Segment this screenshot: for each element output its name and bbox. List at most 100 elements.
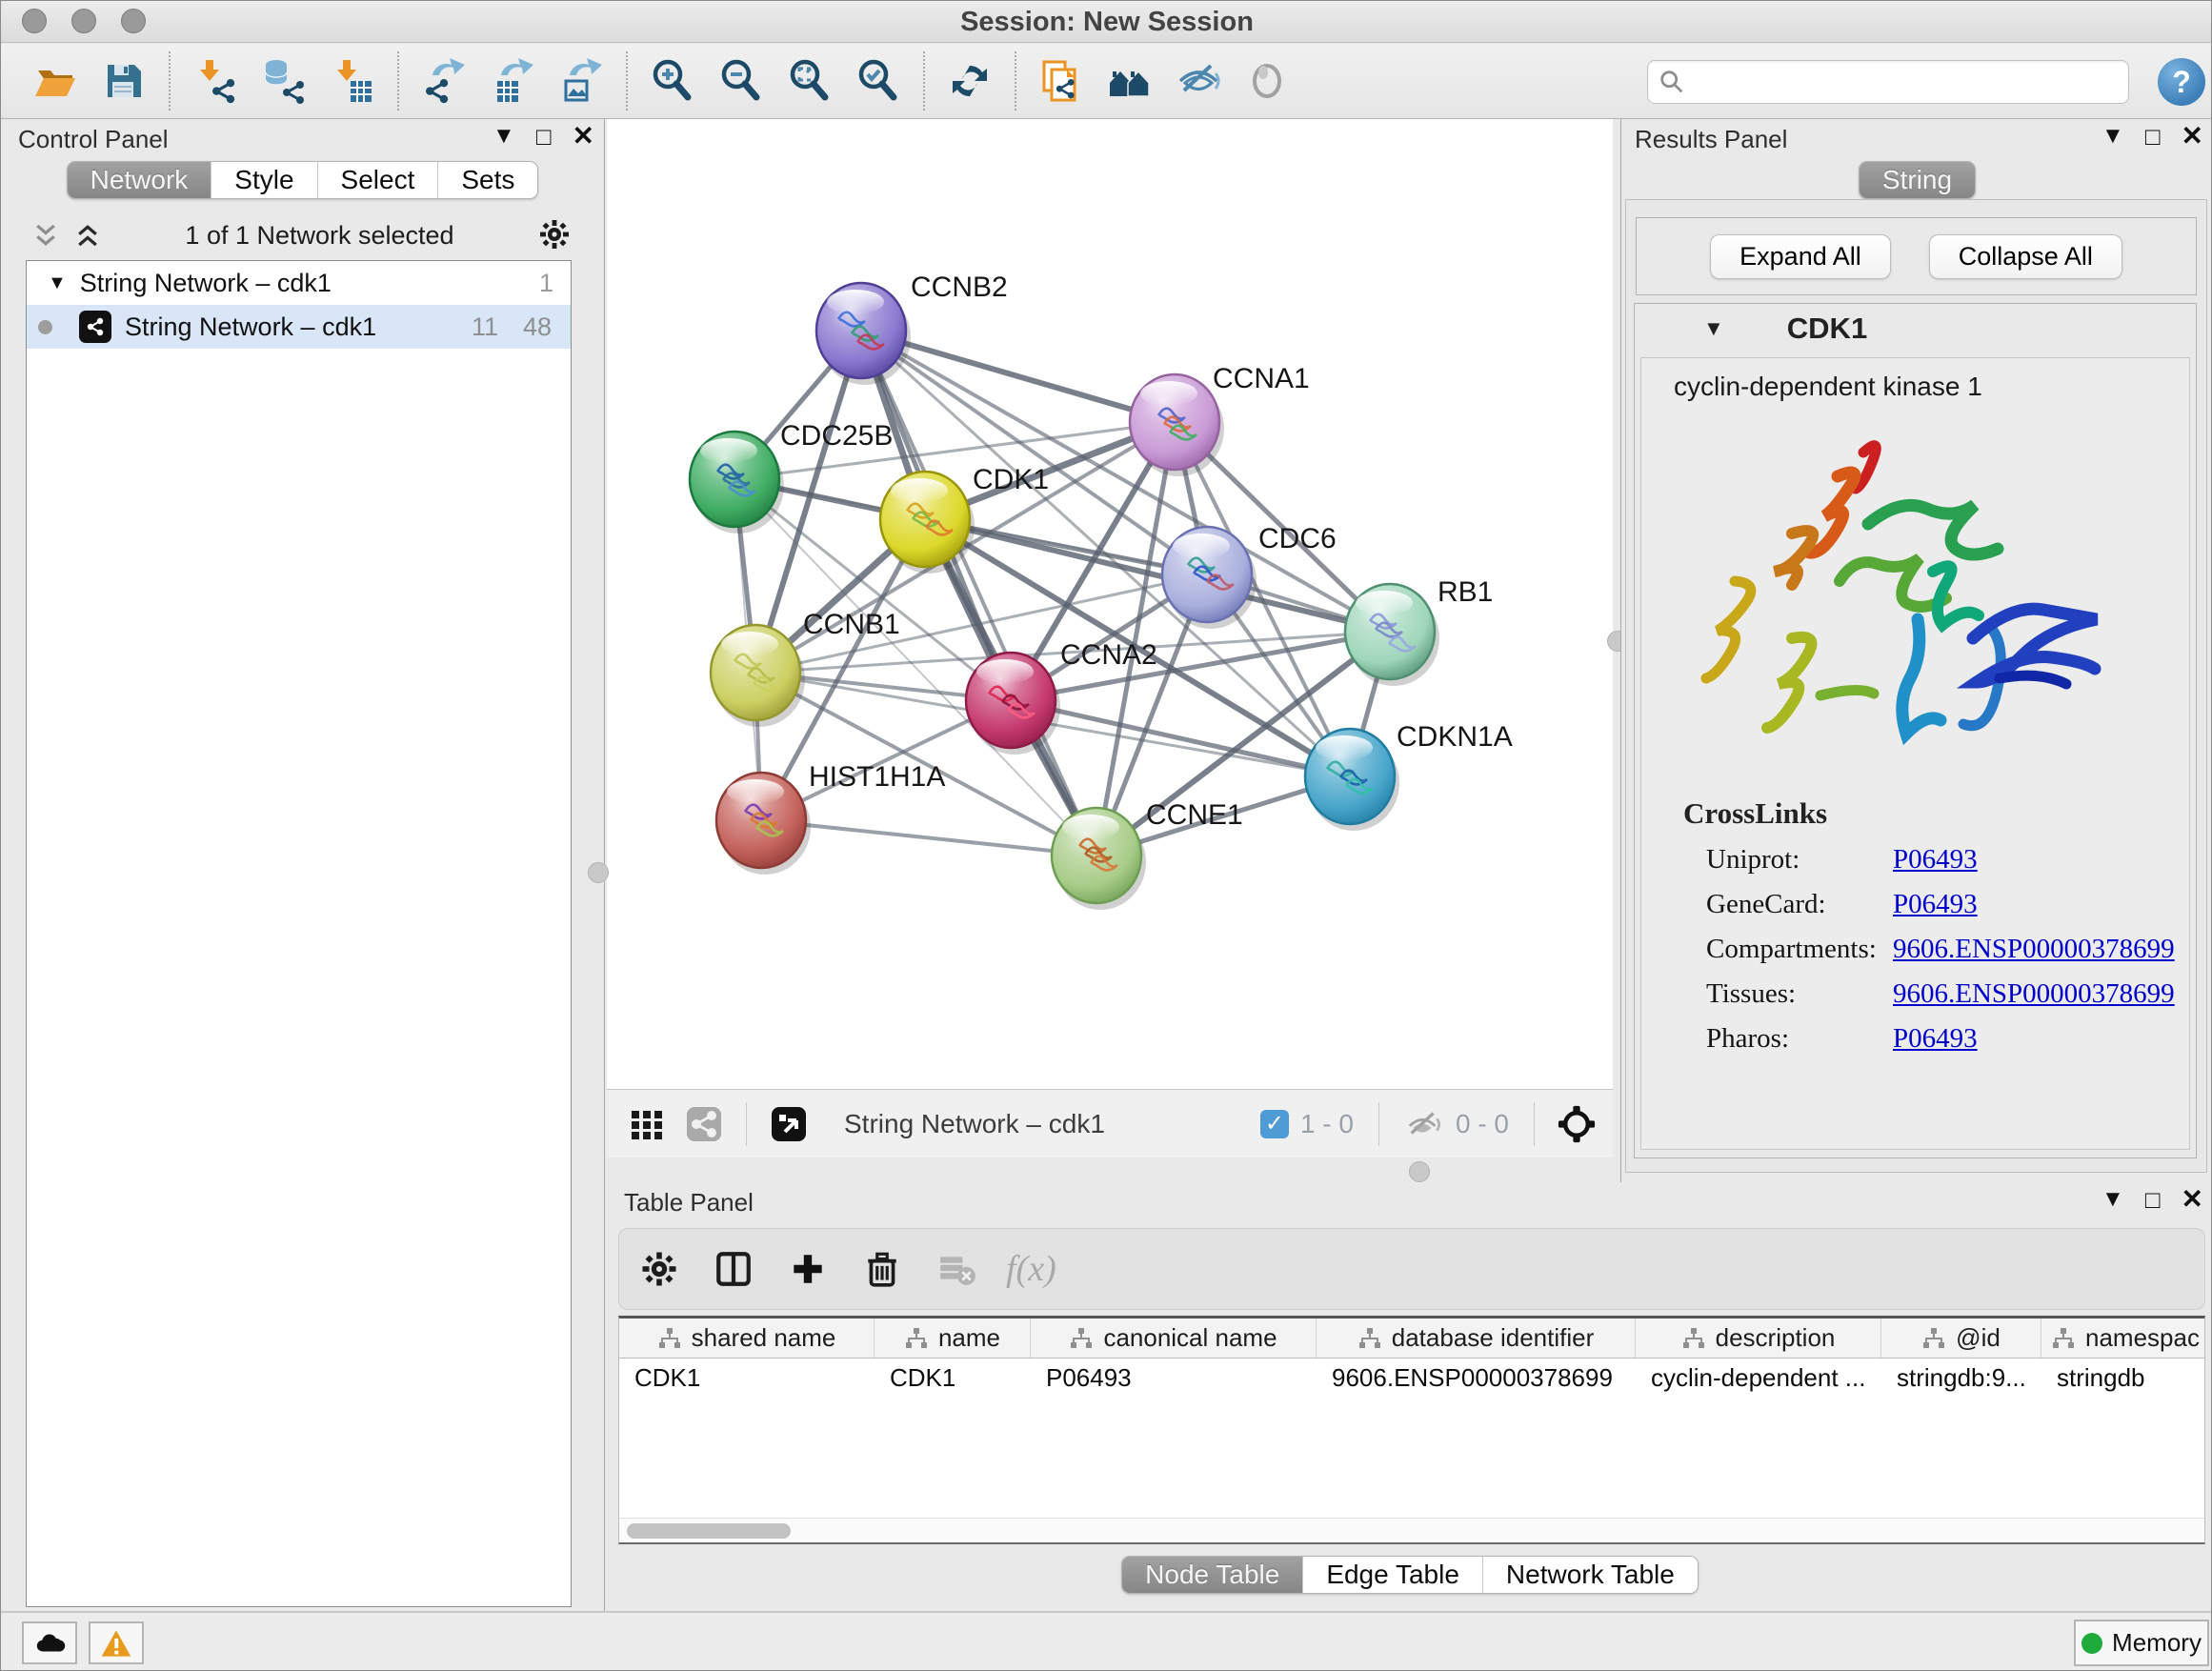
network-row[interactable]: String Network – cdk1 11 48	[27, 305, 571, 349]
edge-hist1h1a-ccne1[interactable]	[761, 820, 1096, 856]
fit-selected-button[interactable]	[1558, 1105, 1596, 1143]
node-cdkn1a[interactable]	[1305, 729, 1399, 831]
table-cell[interactable]: stringdb	[2041, 1359, 2205, 1397]
tab-select[interactable]: Select	[317, 162, 438, 198]
network-options-button[interactable]	[537, 217, 572, 254]
node-cdk1[interactable]	[880, 472, 975, 574]
node-cdc25b[interactable]	[690, 432, 784, 534]
cdk1-details: cyclin-dependent kinase 1	[1640, 357, 2190, 1150]
crosslink-value-link[interactable]: P06493	[1893, 844, 1978, 876]
table-row[interactable]: CDK1CDK1P064939606.ENSP00000378699cyclin…	[619, 1359, 2204, 1397]
zoom-in-button[interactable]	[643, 50, 702, 111]
tab-node-table[interactable]: Node Table	[1122, 1557, 1302, 1593]
network-canvas[interactable]: CCNB2CCNA1CDC25BCDK1CDC6RB1CCNB1CCNA2CDK…	[607, 119, 1613, 1089]
selected-checkbox[interactable]: ✓	[1260, 1110, 1289, 1138]
tab-string[interactable]: String	[1860, 162, 1975, 198]
expand-all-button[interactable]: Expand All	[1710, 234, 1891, 279]
expand-all-tree-icon[interactable]	[31, 221, 60, 250]
collapse-table-icon[interactable]: ▼	[2101, 1188, 2124, 1211]
tab-style[interactable]: Style	[211, 162, 316, 198]
import-table-file-button[interactable]	[323, 50, 382, 111]
collapse-all-tree-icon[interactable]	[73, 221, 102, 250]
network-collection-row[interactable]: ▼ String Network – cdk1 1	[27, 261, 571, 305]
memory-button[interactable]: Memory	[2074, 1620, 2209, 1666]
column-header-@id[interactable]: @id	[1881, 1319, 2041, 1358]
column-header-database-identifier[interactable]: database identifier	[1317, 1319, 1636, 1358]
collapse-results-icon[interactable]: ▼	[2101, 125, 2124, 148]
node-cdc6[interactable]	[1162, 527, 1257, 629]
delete-column-button[interactable]	[857, 1242, 907, 1296]
column-header-label: @id	[1956, 1323, 2001, 1353]
table-options-button[interactable]	[634, 1242, 684, 1296]
export-network-button[interactable]	[414, 50, 473, 111]
open-session-button[interactable]	[26, 50, 85, 111]
grid-view-button[interactable]	[628, 1105, 666, 1143]
function-builder-icon[interactable]: f(x)	[1006, 1248, 1056, 1290]
float-panel-icon[interactable]: □	[536, 124, 552, 149]
hide-selected-button[interactable]	[1169, 50, 1228, 111]
table-cell[interactable]: cyclin-dependent ...	[1636, 1359, 1881, 1397]
zoom-in-icon	[650, 58, 695, 104]
node-hist1h1a[interactable]	[716, 773, 811, 875]
section-expand-icon[interactable]: ▼	[1703, 316, 1724, 341]
column-header-canonical-name[interactable]: canonical name	[1031, 1319, 1317, 1358]
cdk1-section-header[interactable]: ▼ CDK1	[1635, 304, 2196, 353]
show-columns-button[interactable]	[709, 1242, 758, 1296]
import-network-file-button[interactable]	[186, 50, 245, 111]
scrollbar-thumb[interactable]	[627, 1523, 791, 1539]
table-panel: Table Panel ▼ □ ✕ f(x)	[607, 1182, 2212, 1611]
table-cell[interactable]: 9606.ENSP00000378699	[1317, 1359, 1636, 1397]
column-header-name[interactable]: name	[875, 1319, 1031, 1358]
zoom-out-button[interactable]	[712, 50, 771, 111]
tab-network[interactable]: Network	[68, 162, 211, 198]
save-session-button[interactable]	[94, 50, 153, 111]
table-horizontal-scrollbar[interactable]	[619, 1518, 2204, 1542]
string-home-button[interactable]	[1100, 50, 1159, 111]
table-cell[interactable]: CDK1	[875, 1359, 1031, 1397]
node-ccne1[interactable]	[1052, 808, 1146, 910]
cloud-status-button[interactable]	[22, 1621, 77, 1664]
collection-expand-icon[interactable]: ▼	[48, 272, 67, 294]
crosslink-value-link[interactable]: P06493	[1893, 889, 1978, 920]
warning-status-button[interactable]	[89, 1621, 144, 1664]
close-table-icon[interactable]: ✕	[2182, 1186, 2203, 1213]
zoom-fit-button[interactable]	[780, 50, 839, 111]
edge-ccna2-cdkn1a[interactable]	[1011, 700, 1350, 776]
bottom-splitter-handle[interactable]	[1409, 1161, 1430, 1182]
node-ccna1[interactable]	[1130, 374, 1224, 476]
collapse-panel-icon[interactable]: ▼	[493, 125, 515, 148]
export-image-button[interactable]	[552, 50, 611, 111]
tab-network-table[interactable]: Network Table	[1482, 1557, 1698, 1593]
close-results-icon[interactable]: ✕	[2182, 123, 2203, 150]
search-input[interactable]	[1686, 63, 2128, 101]
duplicate-network-button[interactable]	[1032, 50, 1091, 111]
left-splitter-handle[interactable]	[588, 862, 609, 883]
float-table-icon[interactable]: □	[2145, 1187, 2161, 1212]
table-cell[interactable]: P06493	[1031, 1359, 1317, 1397]
column-header-namespac[interactable]: namespac	[2041, 1319, 2205, 1358]
table-cell[interactable]: CDK1	[619, 1359, 875, 1397]
crosslink-value-link[interactable]: 9606.ENSP00000378699	[1893, 934, 2175, 965]
column-header-shared-name[interactable]: shared name	[619, 1319, 875, 1358]
zoom-selected-button[interactable]	[849, 50, 908, 111]
network-icon-button[interactable]	[685, 1105, 723, 1143]
refresh-view-button[interactable]	[940, 50, 999, 111]
crosslink-value-link[interactable]: P06493	[1893, 1023, 1978, 1055]
help-button[interactable]: ?	[2158, 58, 2205, 106]
tab-sets[interactable]: Sets	[437, 162, 537, 198]
table-cell[interactable]: stringdb:9...	[1881, 1359, 2041, 1397]
show-graphics-details-button[interactable]	[1237, 50, 1297, 111]
close-panel-icon[interactable]: ✕	[573, 123, 594, 150]
collapse-all-button[interactable]: Collapse All	[1929, 234, 2122, 279]
node-ccna2[interactable]	[966, 653, 1060, 755]
export-table-button[interactable]	[483, 50, 542, 111]
float-results-icon[interactable]: □	[2145, 124, 2161, 149]
crosslink-value-link[interactable]: 9606.ENSP00000378699	[1893, 978, 2175, 1010]
node-rb1[interactable]	[1345, 584, 1439, 686]
column-header-description[interactable]: description	[1636, 1319, 1881, 1358]
birdseye-view-button[interactable]	[770, 1105, 808, 1143]
tab-edge-table[interactable]: Edge Table	[1302, 1557, 1482, 1593]
add-column-button[interactable]	[783, 1242, 833, 1296]
delete-table-button[interactable]	[932, 1242, 981, 1296]
import-network-database-button[interactable]	[254, 50, 313, 111]
